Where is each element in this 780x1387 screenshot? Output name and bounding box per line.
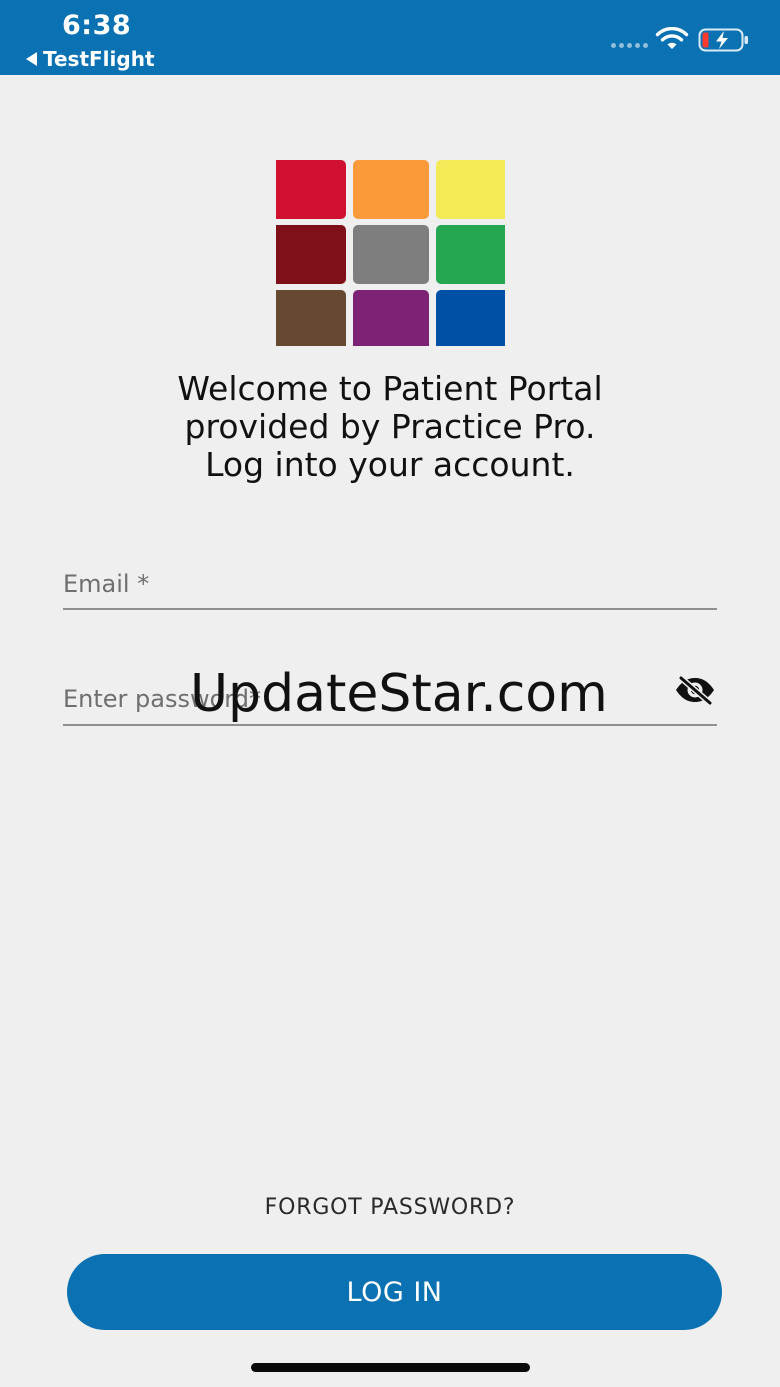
welcome-line-1: Welcome to Patient Portal [177,369,603,408]
welcome-line-3: Log into your account. [205,445,575,484]
logo-tile [276,290,346,346]
logo-tile [276,225,346,284]
welcome-line-2: provided by Practice Pro. [184,407,596,446]
practice-pro-logo [276,160,505,346]
logo-tile [353,290,429,346]
back-app-label: TestFlight [43,47,155,71]
wifi-icon [655,27,689,49]
battery-charging-icon [698,28,748,52]
status-bar: 6:38 TestFlight [0,0,780,75]
welcome-message: Welcome to Patient Portal provided by Pr… [90,370,690,484]
eye-off-icon[interactable] [673,675,717,705]
logo-tile [353,160,429,219]
status-time: 6:38 [62,10,132,41]
logo-tile [436,290,505,346]
email-field[interactable] [63,564,653,604]
login-button[interactable]: LOG IN [67,1254,722,1330]
logo-tile [276,160,346,219]
home-indicator [251,1363,530,1372]
cellular-signal-icon [611,43,648,48]
back-arrow-icon [26,52,37,66]
back-to-testflight-link[interactable]: TestFlight [26,47,155,71]
password-field-container [63,670,717,726]
password-field[interactable] [63,679,653,719]
email-field-container [63,555,717,610]
logo-tile [436,160,505,219]
logo-tile [436,225,505,284]
forgot-password-link[interactable]: FORGOT PASSWORD? [0,1195,780,1220]
logo-tile [353,225,429,284]
